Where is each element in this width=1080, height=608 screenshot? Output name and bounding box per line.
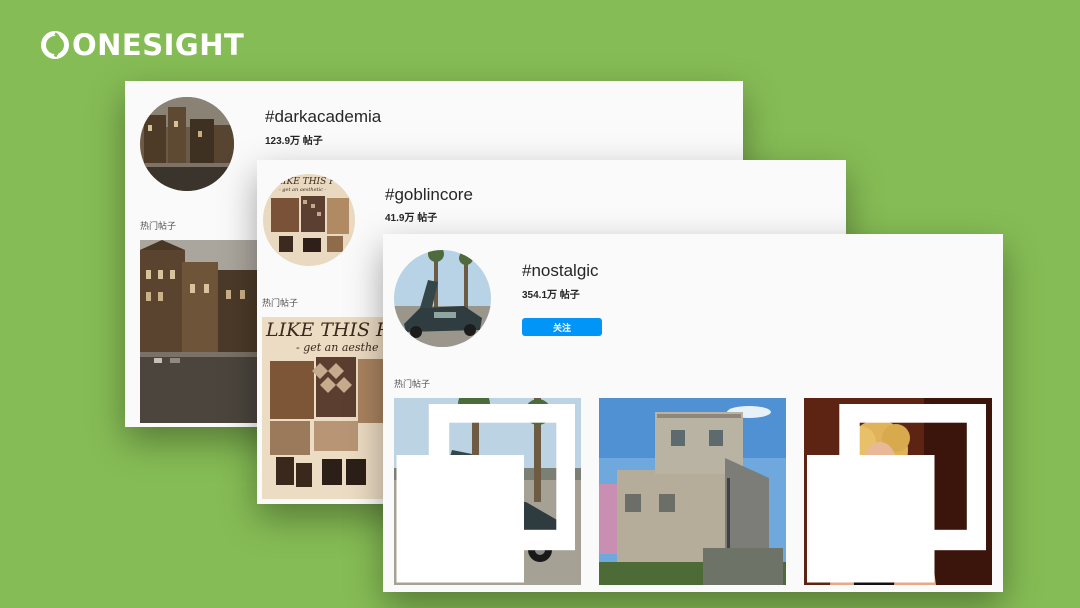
- hashtag-title: #darkacademia: [265, 107, 382, 126]
- top-posts-label: 热门帖子: [262, 298, 299, 308]
- multi-post-icon: [807, 404, 986, 583]
- top-post-image[interactable]: [804, 398, 992, 585]
- multi-post-icon: [396, 404, 575, 583]
- hashtag-avatar[interactable]: [394, 250, 491, 347]
- follow-button[interactable]: 关注: [522, 318, 602, 336]
- hashtag-title: #nostalgic: [522, 261, 599, 280]
- top-post-image[interactable]: LIKE THIS P - get an aesthe: [262, 317, 384, 499]
- top-post-image[interactable]: [140, 240, 265, 423]
- hashtag-avatar[interactable]: [140, 97, 234, 191]
- collage-heading: LIKE THIS P: [277, 177, 336, 187]
- hashtag-title: #goblincore: [385, 185, 473, 204]
- onesight-logo-icon: [41, 31, 69, 59]
- top-post-image[interactable]: [599, 398, 786, 585]
- brand-name: ONESIGHT: [72, 28, 245, 62]
- collage-subheading: - get an aesthetic -: [279, 187, 327, 193]
- post-count: 123.9万 帖子: [265, 136, 323, 147]
- top-posts-label: 热门帖子: [394, 379, 431, 389]
- top-post-image[interactable]: [394, 398, 581, 585]
- hashtag-avatar[interactable]: LIKE THIS P - get an aesthetic -: [263, 174, 355, 266]
- collage-subheading: - get an aesthe: [296, 341, 379, 354]
- brand-logo: ONESIGHT: [40, 27, 244, 63]
- hashtag-card-nostalgic: #nostalgic 354.1万 帖子 关注 热门帖子: [383, 234, 1003, 592]
- post-count: 41.9万 帖子: [385, 213, 438, 224]
- top-posts-label: 热门帖子: [140, 221, 177, 231]
- post-count: 354.1万 帖子: [522, 290, 580, 301]
- collage-heading: LIKE THIS P: [266, 319, 384, 341]
